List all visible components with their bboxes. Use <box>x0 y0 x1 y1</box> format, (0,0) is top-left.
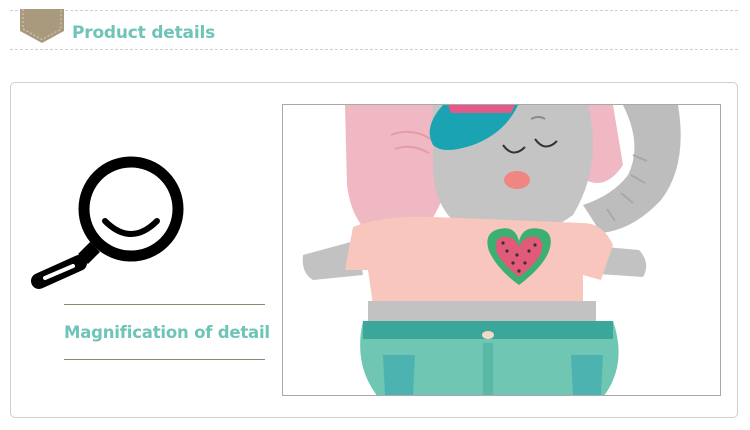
magnifier-icon <box>31 156 184 289</box>
detail-caption: Magnification of detail <box>64 323 270 342</box>
shield-badge-icon <box>20 9 64 43</box>
detail-card: Magnification of detail <box>10 82 738 418</box>
section-title: Product details <box>72 23 215 43</box>
section-header: Product details <box>10 9 738 50</box>
caption-rule-bottom <box>64 359 265 360</box>
product-detail-image <box>282 104 721 396</box>
caption-rule-top <box>64 304 265 305</box>
